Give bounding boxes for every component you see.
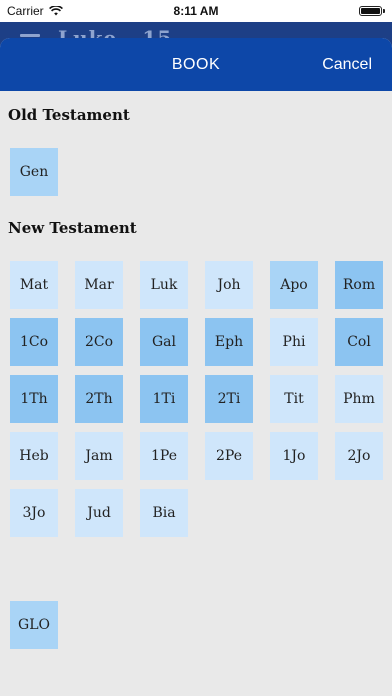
book-tile-tit[interactable]: Tit <box>270 375 318 423</box>
menu-icon <box>20 34 40 37</box>
status-time: 8:11 AM <box>173 4 219 18</box>
book-tile-1ti[interactable]: 1Ti <box>140 375 188 423</box>
status-bar: Carrier 8:11 AM <box>0 0 392 22</box>
book-tile-rom[interactable]: Rom <box>335 261 383 309</box>
book-tile-heb[interactable]: Heb <box>10 432 58 480</box>
old-testament-heading: Old Testament <box>8 106 130 124</box>
book-tile-2jo[interactable]: 2Jo <box>335 432 383 480</box>
book-tile-mat[interactable]: Mat <box>10 261 58 309</box>
battery-icon <box>359 6 385 16</box>
book-tile-1pe[interactable]: 1Pe <box>140 432 188 480</box>
book-tile-2pe[interactable]: 2Pe <box>205 432 253 480</box>
book-tile-2co[interactable]: 2Co <box>75 318 123 366</box>
book-tile-eph[interactable]: Eph <box>205 318 253 366</box>
book-tile-jud[interactable]: Jud <box>75 489 123 537</box>
book-tile-jam[interactable]: Jam <box>75 432 123 480</box>
book-tile-col[interactable]: Col <box>335 318 383 366</box>
book-tile-luk[interactable]: Luk <box>140 261 188 309</box>
book-tile-3jo[interactable]: 3Jo <box>10 489 58 537</box>
book-tile-phm[interactable]: Phm <box>335 375 383 423</box>
book-tile-mar[interactable]: Mar <box>75 261 123 309</box>
book-tile-2ti[interactable]: 2Ti <box>205 375 253 423</box>
book-picker-sheet: BOOK Cancel Old Testament Gen New Testam… <box>0 38 392 696</box>
book-tile-1th[interactable]: 1Th <box>10 375 58 423</box>
book-tile-2th[interactable]: 2Th <box>75 375 123 423</box>
sheet-header: BOOK Cancel <box>0 38 392 91</box>
book-tile-phi[interactable]: Phi <box>270 318 318 366</box>
book-tile-bia[interactable]: Bia <box>140 489 188 537</box>
book-tile-gal[interactable]: Gal <box>140 318 188 366</box>
book-tile-joh[interactable]: Joh <box>205 261 253 309</box>
book-tile-apo[interactable]: Apo <box>270 261 318 309</box>
book-tile-1jo[interactable]: 1Jo <box>270 432 318 480</box>
book-tile-glo[interactable]: GLO <box>10 601 58 649</box>
book-tile-gen[interactable]: Gen <box>10 148 58 196</box>
new-testament-heading: New Testament <box>8 219 137 237</box>
book-tile-1co[interactable]: 1Co <box>10 318 58 366</box>
cancel-button[interactable]: Cancel <box>322 38 372 91</box>
